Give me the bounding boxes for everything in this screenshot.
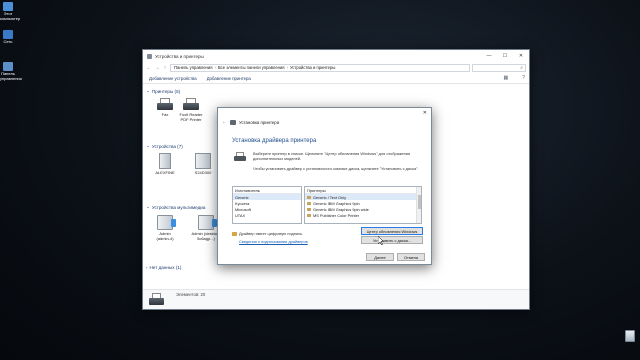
maximize-button[interactable]: ☐ (497, 50, 513, 62)
forward-arrow-icon[interactable]: → (154, 65, 160, 71)
control-panel-icon (3, 62, 13, 71)
search-input[interactable]: ⌕ (472, 63, 526, 72)
media-device-icon (198, 215, 217, 230)
printer-icon (182, 98, 200, 111)
command-bar: Добавление устройства Добавление принтер… (143, 73, 529, 84)
manufacturer-list[interactable]: Изготовитель Generic Kyocera Microsoft U… (232, 186, 302, 224)
desktop-icon-network[interactable]: Сеть (0, 30, 16, 45)
mouse-cursor-icon (378, 236, 384, 245)
driver-icon (307, 201, 311, 205)
devices-icon (147, 53, 152, 59)
computer-tower-icon (159, 153, 171, 169)
device-label: Fax (161, 112, 169, 117)
monitor-icon (195, 153, 211, 169)
desktop-icon-this-pc[interactable]: Этот компьютер (0, 2, 21, 21)
search-icon: ⌕ (520, 64, 523, 71)
section-title: Принтеры (5) (151, 88, 181, 94)
list-scrollbar[interactable] (416, 187, 421, 223)
device-admin-4[interactable]: Admin (admin-4) (153, 215, 177, 241)
chevron-down-icon: ⌄ (146, 88, 150, 93)
driver-icon (307, 213, 311, 217)
view-options-icon[interactable]: ▦ (503, 75, 508, 81)
desktop-icon-label: Этот компьютер (0, 11, 21, 21)
chevron-down-icon: ⌄ (146, 204, 150, 209)
printer-list-header: Принтеры (305, 187, 421, 194)
breadcrumb-item[interactable]: Устройства и принтеры (290, 65, 335, 70)
driver-icon (307, 207, 311, 211)
device-label: Foxit Reader PDF Printer (179, 112, 203, 122)
device-fax[interactable]: Fax (153, 98, 177, 118)
chevron-down-icon: ⌄ (146, 143, 150, 148)
add-device-button[interactable]: Добавление устройства (149, 76, 197, 81)
chevron-right-icon: › (146, 265, 148, 270)
help-icon[interactable]: ? (522, 75, 525, 81)
signed-driver-row: Драйвер имеет цифровую подпись. (232, 231, 303, 236)
desktop-icon-label: Панель управления (0, 71, 22, 81)
dialog-heading: Установка драйвера принтера (232, 138, 317, 144)
dialog-description: Выберите принтер в списке. Щелкните "Цен… (253, 151, 411, 161)
signed-driver-icon (232, 231, 237, 236)
have-disk-button[interactable]: Установить с диска... (361, 236, 423, 244)
status-bar: Элементов: 20 (143, 289, 529, 309)
breadcrumb-item[interactable]: Все элементы панели управления (218, 65, 285, 70)
device-label: ALEXFINE (155, 170, 175, 175)
list-item[interactable]: UTAX (233, 212, 301, 218)
media-device-icon (157, 215, 176, 230)
device-foxit-printer[interactable]: Foxit Reader PDF Printer (177, 98, 205, 122)
section-multimedia[interactable]: ⌄ Устройства мультимедиа (146, 204, 205, 210)
add-printer-dialog: ✕ ← Установка принтера Установка драйвер… (217, 107, 432, 265)
manufacturer-list-header: Изготовитель (233, 187, 301, 194)
up-arrow-icon[interactable]: ↑ (162, 65, 168, 71)
item-count: Элементов: 20 (176, 292, 206, 297)
section-title: Устройства мультимедиа (151, 204, 206, 210)
dialog-titlebar[interactable]: ✕ (218, 108, 431, 117)
device-label: S24D300 (194, 170, 212, 175)
device-label: Admin (admin-4) (156, 231, 174, 241)
desktop-icon-control-panel[interactable]: Панель управления (0, 62, 22, 81)
section-title: Нет данных (1) (149, 265, 182, 270)
desktop-icon-label: Сеть (3, 39, 13, 44)
printer-icon (149, 293, 164, 308)
section-no-data[interactable]: › Нет данных (1) (146, 265, 181, 270)
device-alexfine[interactable]: ALEXFINE (153, 153, 177, 176)
recycle-bin-icon[interactable] (624, 330, 636, 344)
computer-icon (3, 2, 13, 11)
printer-icon (230, 119, 236, 125)
window-title: Устройства и принтеры (155, 53, 204, 59)
section-devices[interactable]: ⌄ Устройства (7) (146, 143, 183, 149)
back-arrow-icon[interactable]: ← (146, 65, 152, 71)
section-title: Устройства (7) (151, 143, 183, 149)
list-item[interactable]: MS Publisher Color Printer (305, 212, 421, 218)
network-icon (3, 30, 13, 39)
breadcrumb-item[interactable]: Панель управления (174, 65, 212, 70)
close-button[interactable]: ✕ (513, 50, 529, 62)
add-printer-button[interactable]: Добавление принтера (207, 76, 251, 81)
printer-icon (234, 152, 246, 162)
windows-update-button[interactable]: Центр обновления Windows (361, 227, 423, 235)
cancel-button[interactable]: Отмена (397, 253, 425, 261)
section-printers[interactable]: ⌄ Принтеры (5) (146, 88, 180, 94)
dialog-close-button[interactable]: ✕ (423, 110, 427, 116)
minimize-button[interactable]: — (481, 50, 497, 62)
printer-icon (156, 98, 174, 111)
driver-icon (307, 195, 311, 199)
next-button[interactable]: Далее (366, 253, 394, 261)
dialog-description-disk: Чтобы установить драйвер с установочного… (253, 166, 419, 171)
signed-driver-text: Драйвер имеет цифровую подпись. (239, 231, 304, 236)
dialog-header-title: Установка принтера (239, 119, 280, 125)
driver-signing-link[interactable]: Сведения о подписывании драйверов (239, 239, 308, 244)
back-arrow-icon[interactable]: ← (222, 119, 227, 125)
printer-model-list[interactable]: Принтеры Generic / Text Only Generic IBM… (304, 186, 422, 224)
address-bar[interactable]: Панель управления › Все элементы панели … (170, 63, 470, 72)
window-titlebar[interactable]: Устройства и принтеры — ☐ ✕ (143, 50, 529, 62)
device-s24d300[interactable]: S24D300 (191, 153, 215, 176)
